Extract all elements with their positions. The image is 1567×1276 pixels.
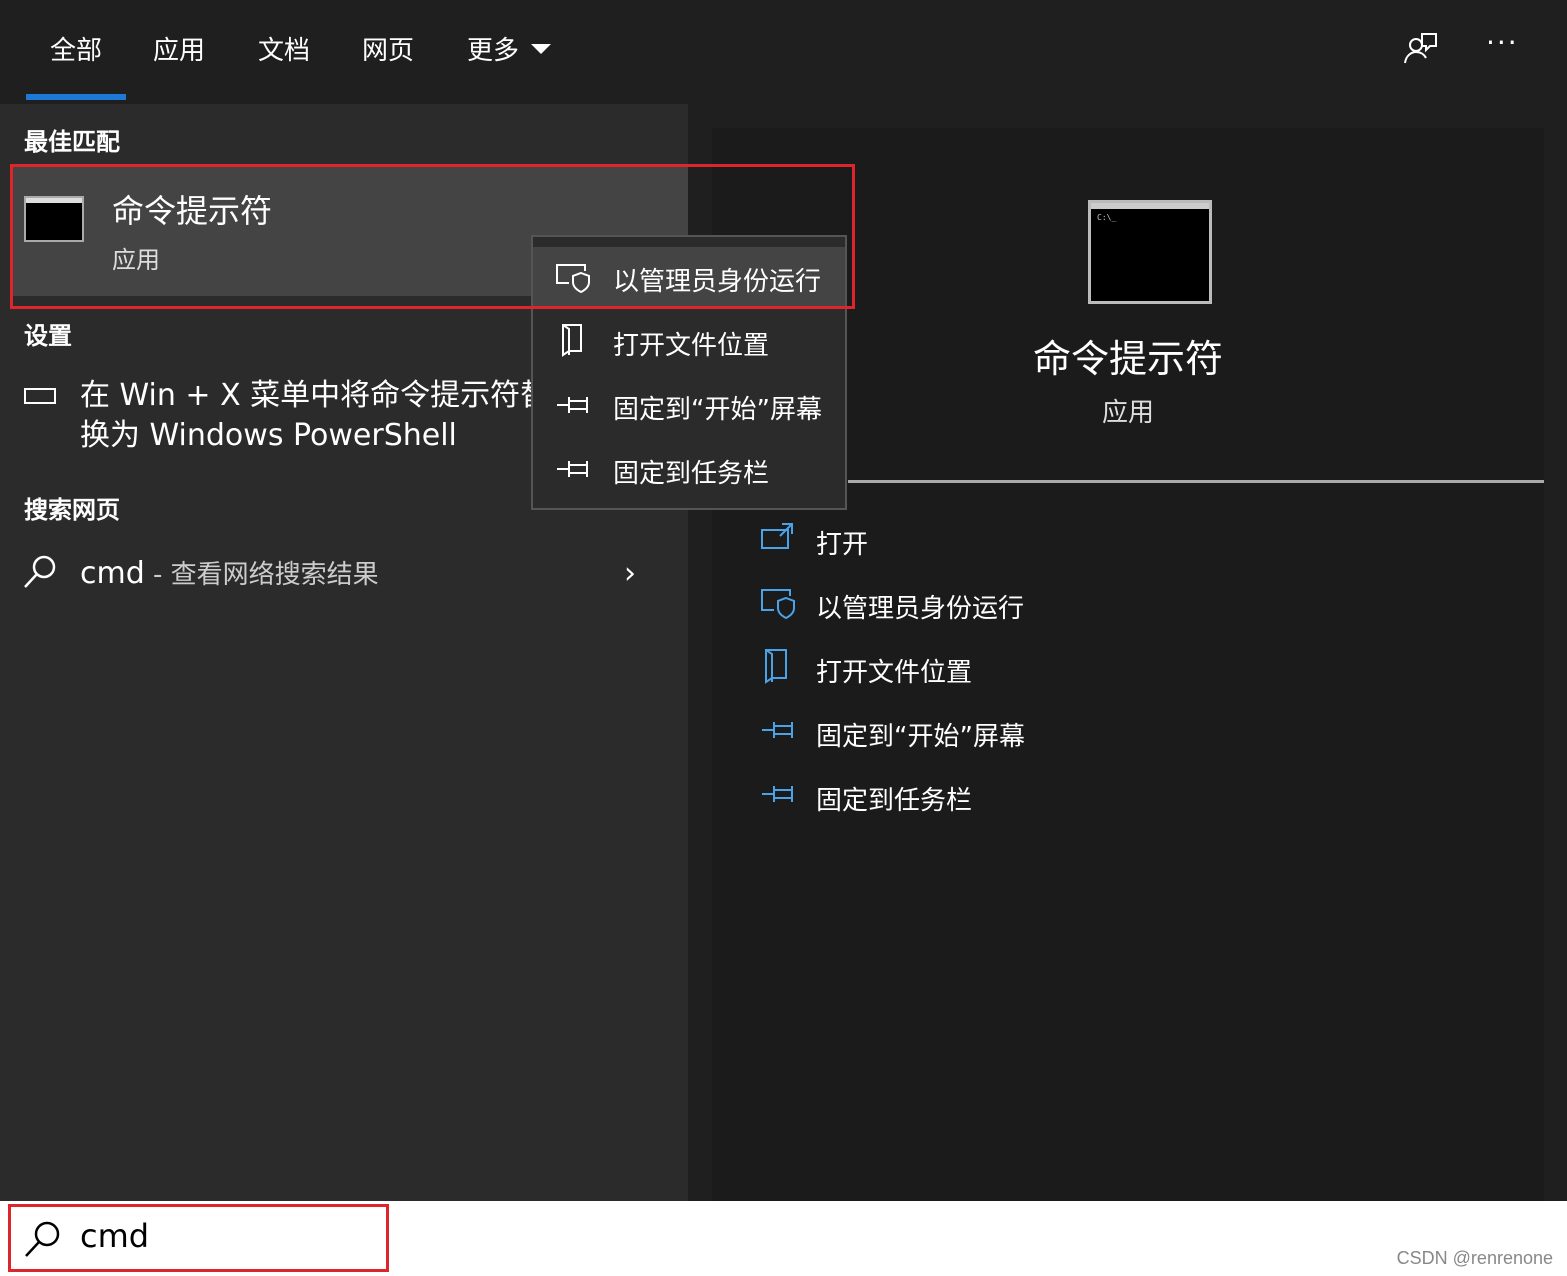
tab-apps[interactable]: 应用 <box>153 30 205 67</box>
cmd-app-large-icon: C:\_ <box>1088 200 1212 304</box>
admin-shield-icon <box>556 264 590 294</box>
cmd-app-icon <box>24 196 84 242</box>
search-icon <box>25 1221 60 1257</box>
web-search-suffix: - 查看网络搜索结果 <box>144 560 379 590</box>
pin-taskbar-icon <box>557 461 588 477</box>
chevron-right-icon[interactable]: › <box>624 556 636 591</box>
menu-item-open-file-location[interactable]: 打开文件位置 <box>613 325 769 362</box>
admin-shield-icon <box>761 589 795 620</box>
search-tab-bar: 全部 应用 文档 网页 更多 ··· <box>0 0 1567 104</box>
action-open[interactable]: 打开 <box>816 524 868 561</box>
setting-item-line1: 在 Win + X 菜单中将命令提示符替 <box>80 378 540 413</box>
chevron-down-icon <box>531 43 552 54</box>
tab-documents[interactable]: 文档 <box>258 30 310 67</box>
best-match-type: 应用 <box>112 246 160 274</box>
pin-taskbar-icon <box>762 786 793 802</box>
web-search-item[interactable]: cmd - 查看网络搜索结果 <box>80 554 379 591</box>
file-location-icon <box>765 649 787 684</box>
menu-item-pin-to-taskbar[interactable]: 固定到任务栏 <box>613 453 769 490</box>
action-pin-to-taskbar[interactable]: 固定到任务栏 <box>816 780 972 817</box>
pin-icon <box>762 722 793 738</box>
menu-item-run-as-admin[interactable]: 以管理员身份运行 <box>613 261 821 298</box>
display-icon <box>24 388 56 404</box>
action-open-file-location[interactable]: 打开文件位置 <box>816 652 972 689</box>
cmd-prompt-text: C:\_ <box>1097 213 1117 222</box>
context-menu: 以管理员身份运行 打开文件位置 固定到“开始”屏幕 固定到任务栏 <box>531 235 847 510</box>
feedback-icon[interactable] <box>1400 30 1440 70</box>
file-location-icon <box>562 324 582 357</box>
setting-item-line2: 换为 Windows PowerShell <box>80 418 457 453</box>
action-run-as-admin[interactable]: 以管理员身份运行 <box>816 588 1024 625</box>
action-pin-to-start[interactable]: 固定到“开始”屏幕 <box>816 716 1025 753</box>
search-icon <box>24 555 56 588</box>
best-match-heading: 最佳匹配 <box>24 128 120 156</box>
tab-web[interactable]: 网页 <box>362 30 414 67</box>
tab-more[interactable]: 更多 <box>467 30 552 67</box>
tab-all[interactable]: 全部 <box>50 30 102 67</box>
best-match-name: 命令提示符 <box>112 192 273 230</box>
search-input[interactable]: cmd <box>80 1217 149 1255</box>
watermark: CSDN @renrenone <box>1396 1248 1553 1268</box>
menu-item-pin-to-start[interactable]: 固定到“开始”屏幕 <box>613 389 822 426</box>
web-search-heading: 搜索网页 <box>24 496 120 524</box>
divider <box>848 480 1544 483</box>
tab-more-label: 更多 <box>467 36 520 66</box>
open-icon <box>761 523 793 549</box>
settings-heading: 设置 <box>24 322 72 350</box>
web-search-query: cmd <box>80 556 145 591</box>
setting-item[interactable]: 在 Win + X 菜单中将命令提示符替 换为 Windows PowerShe… <box>80 376 540 456</box>
more-options-icon[interactable]: ··· <box>1486 26 1526 66</box>
search-bar[interactable]: cmd <box>0 1201 1567 1276</box>
pin-icon <box>557 397 588 413</box>
active-tab-indicator <box>26 94 126 100</box>
